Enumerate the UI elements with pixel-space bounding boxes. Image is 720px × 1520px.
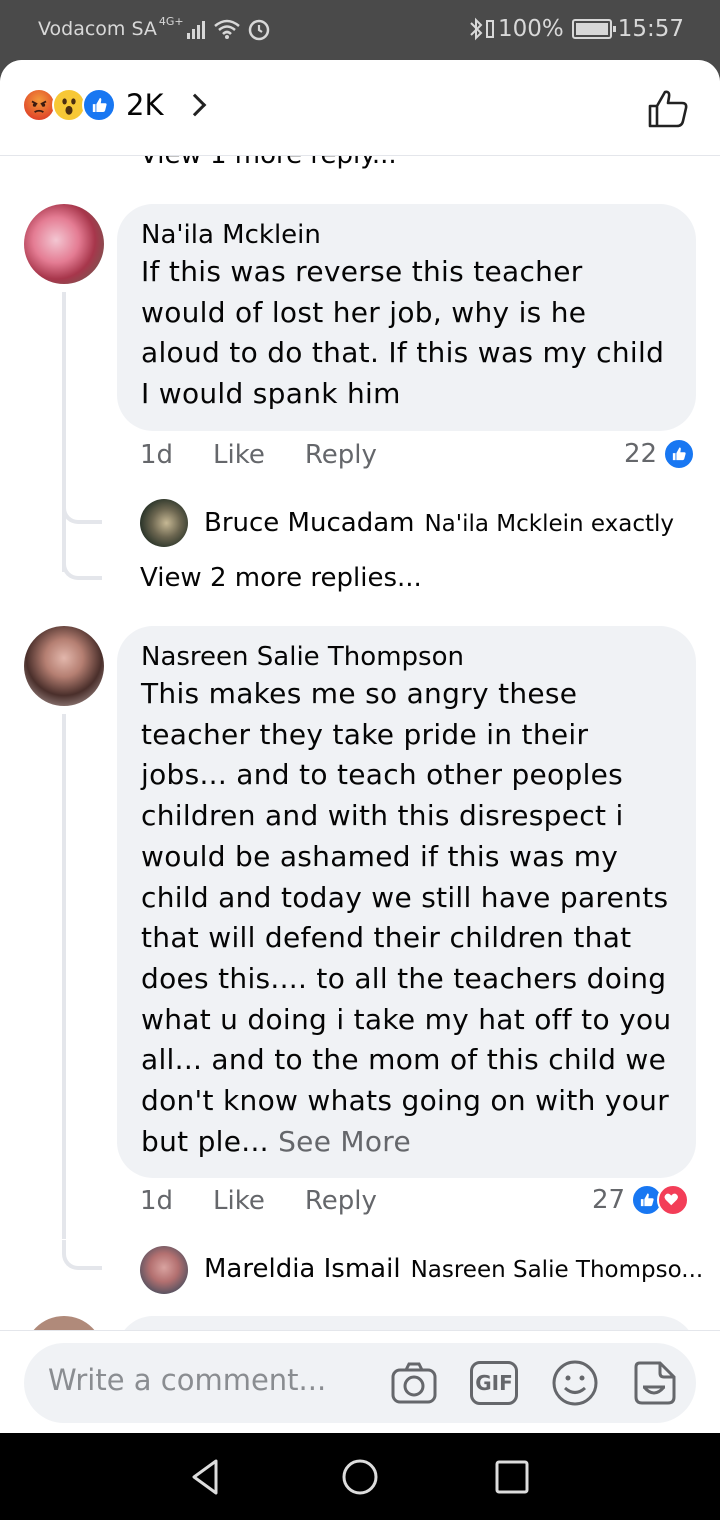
- reply-button[interactable]: Reply: [305, 1186, 377, 1216]
- emoji-icon[interactable]: [551, 1359, 599, 1407]
- comment-age: 1d: [140, 1186, 174, 1216]
- home-icon[interactable]: [340, 1457, 380, 1497]
- like-outline-icon[interactable]: [646, 86, 690, 130]
- reaction-summary[interactable]: 2K: [22, 88, 207, 122]
- status-bar: Vodacom SA 4G+ 100% 15:57: [0, 0, 720, 60]
- thread-branch: [62, 550, 102, 580]
- reply-text: Nasreen Salie Thompso...: [410, 1257, 704, 1283]
- gif-icon[interactable]: GIF: [470, 1361, 518, 1405]
- comment-text: If this was reverse this teacher would o…: [141, 255, 665, 411]
- status-right: 100% 15:57: [468, 16, 684, 42]
- view-more-replies-link[interactable]: View 2 more replies...: [140, 563, 422, 593]
- thread-line: [62, 714, 66, 1239]
- thread-branch: [62, 494, 102, 524]
- clock: 15:57: [617, 16, 684, 42]
- gif-label: GIF: [475, 1371, 513, 1395]
- like-button[interactable]: Like: [213, 1186, 265, 1216]
- angry-icon: [22, 88, 56, 122]
- comment-bubble[interactable]: Nasreen Salie Thompson This makes me so …: [117, 626, 696, 1179]
- comment-input[interactable]: Write a comment... GIF: [24, 1343, 696, 1423]
- avatar[interactable]: [140, 499, 188, 547]
- comment-age: 1d: [140, 440, 174, 470]
- comment-reactions[interactable]: 27: [592, 1184, 690, 1216]
- thread-line: [62, 292, 66, 572]
- system-nav-bar: [0, 1433, 720, 1520]
- reply-author: Bruce Mucadam: [204, 508, 415, 538]
- wow-icon: [52, 88, 86, 122]
- sticker-icon[interactable]: [630, 1359, 678, 1407]
- recents-icon[interactable]: [492, 1457, 532, 1497]
- comment-placeholder: Write a comment...: [48, 1363, 327, 1397]
- reply-author: Mareldia Ismail: [204, 1254, 401, 1284]
- comment-bubble[interactable]: Na'ila Mcklein If this was reverse this …: [117, 204, 696, 431]
- status-left: Vodacom SA 4G+: [38, 14, 271, 41]
- comment-author[interactable]: Nasreen Salie Thompson: [141, 640, 672, 674]
- signal-icon: [186, 19, 207, 39]
- like-button[interactable]: Like: [213, 440, 265, 470]
- thread-branch: [62, 1240, 102, 1270]
- comments-sheet: 2K View 1 more reply... Na'ila Mcklein I…: [0, 60, 720, 1433]
- avatar[interactable]: [24, 204, 104, 284]
- avatar[interactable]: [140, 1246, 188, 1294]
- comment-composer: Write a comment... GIF: [0, 1330, 720, 1433]
- camera-icon[interactable]: [390, 1359, 438, 1407]
- comment-actions: 1d Like Reply: [140, 1186, 417, 1216]
- like-icon: [663, 438, 696, 470]
- alarm-icon: [248, 19, 269, 41]
- comment-reaction-count: 22: [624, 439, 658, 469]
- network-type: 4G+: [158, 14, 184, 28]
- avatar[interactable]: [24, 626, 104, 706]
- chevron-right-icon: [184, 93, 207, 117]
- comment-text: This makes me so angry these teacher the…: [141, 674, 672, 1162]
- like-icon: [82, 88, 116, 122]
- reply-button[interactable]: Reply: [305, 440, 377, 470]
- love-icon: [657, 1184, 690, 1216]
- reaction-count: 2K: [126, 88, 164, 122]
- comment-reactions[interactable]: 22: [624, 438, 696, 470]
- comment-actions: 1d Like Reply: [140, 440, 417, 470]
- reply-preview[interactable]: Bruce Mucadam Na'ila Mcklein exactly: [204, 508, 674, 538]
- wifi-icon: [213, 19, 240, 39]
- reply-text: Na'ila Mcklein exactly: [424, 511, 675, 537]
- comment-body: This makes me so angry these teacher the…: [141, 677, 672, 1158]
- battery-percent: 100%: [497, 16, 564, 42]
- reactions-header: 2K: [0, 60, 720, 156]
- carrier-label: Vodacom SA: [38, 18, 157, 40]
- bluetooth-icon: [470, 17, 483, 41]
- back-icon[interactable]: [186, 1457, 226, 1497]
- battery-icon: [571, 19, 616, 39]
- comment-author[interactable]: Na'ila Mcklein: [141, 218, 672, 252]
- reply-preview[interactable]: Mareldia Ismail Nasreen Salie Thompso...: [204, 1254, 703, 1284]
- see-more-link[interactable]: See More: [278, 1125, 411, 1158]
- comment-reaction-count: 27: [592, 1185, 626, 1215]
